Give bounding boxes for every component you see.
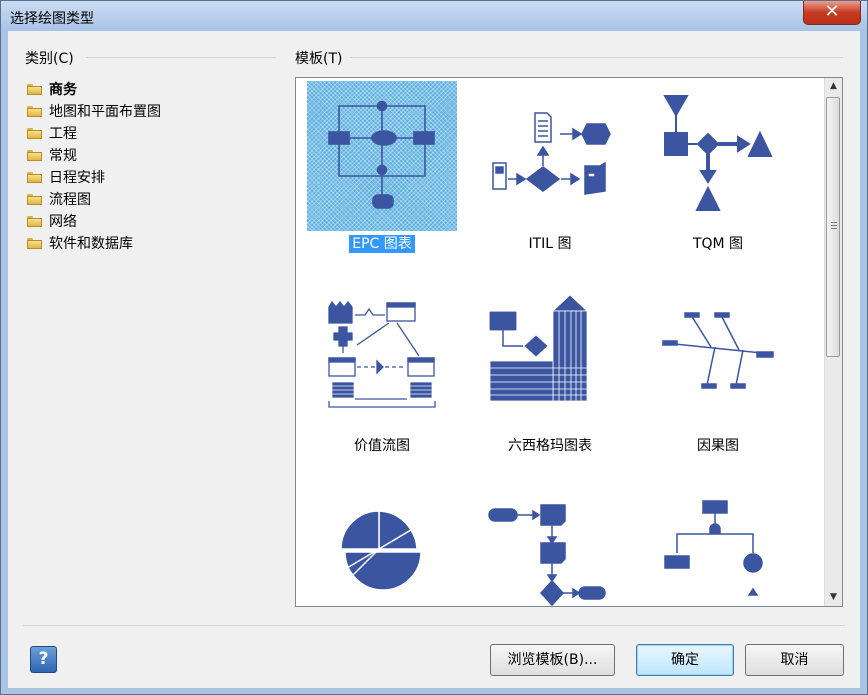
grip-icon (831, 222, 837, 229)
template-label-text: 六西格玛图表 (508, 438, 592, 454)
folder-icon (27, 215, 42, 227)
template-label-text: EPC 图表 (349, 235, 415, 253)
template-label: 价值流图 (307, 435, 457, 455)
category-item-maps-floorplans[interactable]: 地图和平面布置图 (27, 100, 161, 122)
category-item-label: 流程图 (49, 192, 91, 208)
cross-functional-flowchart-icon (475, 485, 625, 606)
folder-icon (27, 127, 42, 139)
template-pie-chart[interactable] (307, 485, 457, 606)
cause-effect-diagram-icon (643, 283, 793, 433)
folder-icon (27, 105, 42, 117)
template-epc-diagram[interactable]: EPC 图表 (307, 81, 457, 271)
value-stream-map-icon (307, 283, 457, 433)
category-label: 类别(C) (25, 51, 74, 67)
category-item-flowchart[interactable]: 流程图 (27, 188, 161, 210)
category-list: 商务 地图和平面布置图 工程 常规 日程安排 流程图 网络 软件和数据库 (27, 78, 161, 254)
browse-templates-button[interactable]: 浏览模板(B)... (490, 644, 615, 676)
tqm-diagram-icon (643, 81, 793, 231)
category-item-label: 网络 (49, 214, 77, 230)
scrollbar-thumb[interactable] (826, 97, 840, 357)
title-bar[interactable]: 选择绘图类型 ✕ (1, 1, 867, 31)
template-list[interactable]: EPC 图表 ITIL 图 TQM 图 价值流图 六西格玛图表 因果图 ▲ ▼ (295, 77, 843, 607)
template-label-text: 因果图 (697, 438, 739, 454)
template-six-sigma[interactable]: 六西格玛图表 (475, 283, 625, 473)
template-cause-effect[interactable]: 因果图 (643, 283, 793, 473)
folder-icon (27, 237, 42, 249)
template-separator (350, 57, 843, 58)
category-item-network[interactable]: 网络 (27, 210, 161, 232)
category-item-general[interactable]: 常规 (27, 144, 161, 166)
template-label-text: 价值流图 (354, 438, 410, 454)
template-itil-diagram[interactable]: ITIL 图 (475, 81, 625, 271)
template-label: 六西格玛图表 (475, 435, 625, 455)
template-label: 因果图 (643, 435, 793, 455)
category-item-label: 地图和平面布置图 (49, 104, 161, 120)
category-item-label: 常规 (49, 148, 77, 164)
dialog-title: 选择绘图类型 (10, 11, 94, 27)
template-label: EPC 图表 (307, 233, 457, 253)
category-item-software-database[interactable]: 软件和数据库 (27, 232, 161, 254)
epc-diagram-icon (307, 81, 457, 231)
footer-separator (23, 625, 845, 626)
folder-icon (27, 193, 42, 205)
folder-icon (27, 171, 42, 183)
category-item-business[interactable]: 商务 (27, 78, 161, 100)
template-cross-functional-flowchart[interactable] (475, 485, 625, 606)
template-label: TQM 图 (643, 233, 793, 253)
folder-icon (27, 149, 42, 161)
close-button[interactable]: ✕ (803, 1, 861, 25)
help-button[interactable]: ? (30, 646, 57, 673)
template-scrollbar[interactable]: ▲ ▼ (824, 78, 842, 606)
category-item-schedule[interactable]: 日程安排 (27, 166, 161, 188)
template-fault-tree[interactable] (643, 485, 793, 606)
ok-button[interactable]: 确定 (636, 644, 734, 676)
template-value-stream-map[interactable]: 价值流图 (307, 283, 457, 473)
template-label-text: ITIL 图 (528, 236, 572, 252)
template-label-text: TQM 图 (692, 236, 744, 252)
scroll-up-icon[interactable]: ▲ (825, 78, 842, 95)
category-separator (86, 57, 276, 58)
scroll-down-icon[interactable]: ▼ (825, 589, 842, 606)
category-item-engineering[interactable]: 工程 (27, 122, 161, 144)
dialog-body: 类别(C) 模板(T) 商务 地图和平面布置图 工程 常规 日程安排 流程图 网… (8, 31, 860, 688)
folder-icon (27, 83, 42, 95)
dialog-window: 选择绘图类型 ✕ 类别(C) 模板(T) 商务 地图和平面布置图 工程 常规 日… (0, 0, 868, 695)
template-tqm-diagram[interactable]: TQM 图 (643, 81, 793, 271)
category-item-label: 软件和数据库 (49, 236, 133, 252)
cancel-button[interactable]: 取消 (745, 644, 844, 676)
itil-diagram-icon (475, 81, 625, 231)
template-label: 模板(T) (295, 51, 343, 67)
pie-chart-icon (307, 485, 457, 606)
category-item-label: 工程 (49, 126, 77, 142)
fault-tree-icon (643, 485, 793, 606)
category-item-label: 商务 (49, 82, 77, 98)
category-item-label: 日程安排 (49, 170, 105, 186)
six-sigma-diagram-icon (475, 283, 625, 433)
template-label: ITIL 图 (475, 233, 625, 253)
